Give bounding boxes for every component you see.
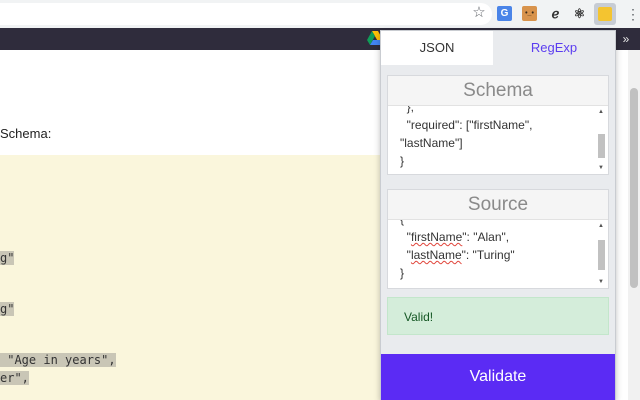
source-card: Source { "firstName": "Alan", "lastName"… bbox=[387, 189, 609, 289]
validate-button[interactable]: Validate bbox=[381, 354, 615, 400]
browser-menu-icon[interactable]: ⋮ bbox=[626, 5, 640, 23]
schema-line: "lastName"] bbox=[400, 136, 463, 150]
code-block: g" g" "Age in years", er", bbox=[0, 155, 384, 400]
code-line: "Age in years", bbox=[0, 353, 116, 367]
scroll-up-icon[interactable]: ▲ bbox=[598, 108, 604, 116]
scroll-down-icon[interactable]: ▼ bbox=[598, 164, 604, 172]
source-line: "firstName": "Alan", bbox=[400, 230, 510, 244]
bookmarks-more-icon[interactable]: » bbox=[618, 30, 634, 48]
source-line: { bbox=[400, 220, 404, 226]
feather-extension-icon[interactable]: ℯ bbox=[548, 6, 563, 21]
schema-scrollbar[interactable]: ▲ ▼ bbox=[597, 108, 606, 172]
code-line: g" bbox=[0, 251, 15, 265]
translate-extension-icon[interactable]: G bbox=[497, 6, 512, 21]
page-scrollbar[interactable] bbox=[628, 50, 640, 400]
code-line: er", bbox=[0, 371, 29, 385]
tab-regexp[interactable]: RegExp bbox=[493, 31, 615, 65]
tab-bar: JSON RegExp bbox=[381, 31, 615, 65]
face-extension-icon[interactable]: •_• bbox=[522, 6, 537, 21]
browser-toolbar: ☆ G •_• ℯ ⚛ ⋮ bbox=[0, 0, 640, 28]
schema-editor[interactable]: }, "required": ["firstName", "lastName"]… bbox=[388, 106, 608, 174]
schema-card: Schema }, "required": ["firstName", "las… bbox=[387, 75, 609, 175]
schema-title: Schema bbox=[388, 76, 608, 106]
schema-label: Schema: bbox=[0, 126, 52, 141]
source-title: Source bbox=[388, 190, 608, 220]
json-validator-extension-icon[interactable] bbox=[594, 3, 616, 25]
address-bar[interactable] bbox=[0, 3, 492, 25]
source-editor[interactable]: { "firstName": "Alan", "lastName": "Turi… bbox=[388, 220, 608, 288]
schema-line: } bbox=[400, 154, 405, 168]
scroll-down-icon[interactable]: ▼ bbox=[598, 278, 604, 286]
tab-json[interactable]: JSON bbox=[381, 31, 493, 65]
source-line: } bbox=[400, 266, 405, 280]
scroll-up-icon[interactable]: ▲ bbox=[598, 222, 604, 230]
source-line: "lastName": "Turing" bbox=[400, 248, 515, 262]
bookmark-star-icon[interactable]: ☆ bbox=[471, 5, 487, 21]
react-extension-icon[interactable]: ⚛ bbox=[572, 6, 587, 21]
schema-line: "required": ["firstName", bbox=[400, 118, 533, 132]
validation-status: Valid! bbox=[387, 297, 609, 335]
schema-line: }, bbox=[400, 106, 415, 114]
source-scrollbar[interactable]: ▲ ▼ bbox=[597, 222, 606, 286]
extension-popup: JSON RegExp Schema }, "required": ["firs… bbox=[380, 30, 616, 400]
code-line: g" bbox=[0, 302, 15, 316]
